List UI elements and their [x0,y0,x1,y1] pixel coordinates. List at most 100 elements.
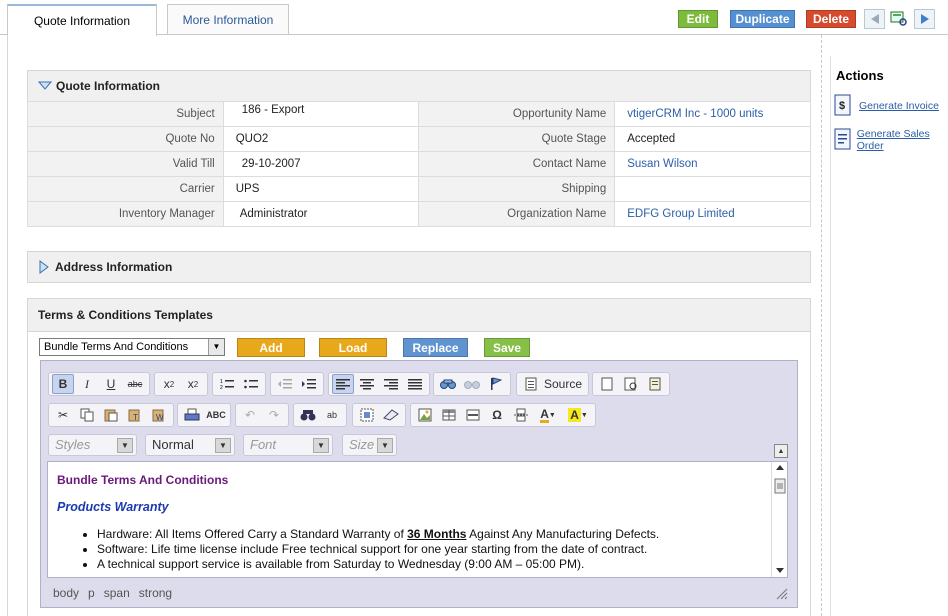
delete-button[interactable]: Delete [806,10,856,28]
find-icon[interactable] [297,405,319,425]
numbered-list-icon[interactable]: 12 [216,374,238,394]
list-item: Software: Life time license include Free… [97,542,659,557]
content-bullet-list: Hardware: All Items Offered Carry a Stan… [97,527,659,572]
italic-icon[interactable]: I [76,374,98,394]
address-information-header[interactable]: Address Information [27,251,811,283]
table-row: Inventory Manager Administrator Organiza… [27,201,811,227]
svg-text:2: 2 [220,385,223,390]
background-color-icon[interactable]: A ▼ [564,405,592,425]
actions-title: Actions [836,68,884,83]
align-justify-icon[interactable] [404,374,426,394]
paste-word-icon[interactable]: W [148,405,170,425]
source-icon[interactable] [520,374,542,394]
source-label[interactable]: Source [544,377,582,391]
bold-icon[interactable]: B [52,374,74,394]
path-body[interactable]: body [53,586,79,600]
duplicate-button[interactable]: Duplicate [730,10,795,28]
print-icon[interactable] [181,405,203,425]
redo-icon[interactable]: ↷ [263,405,285,425]
scroll-top-button[interactable]: ▲ [774,444,788,458]
indent-icon[interactable] [298,374,320,394]
opportunity-name-link[interactable]: vtigerCRM Inc - 1000 units [614,101,811,127]
select-all-icon[interactable] [356,405,378,425]
tab-more-information[interactable]: More Information [167,4,289,34]
table-row: Quote No QUO2 Quote Stage Accepted [27,126,811,152]
contact-name-label: Contact Name [418,151,616,177]
toolbar-insert-group: Ω A ▼ A ▼ [410,403,596,427]
copy-icon[interactable] [76,405,98,425]
image-icon[interactable] [414,405,436,425]
outdent-icon[interactable] [274,374,296,394]
generate-invoice-label[interactable]: Generate Invoice [859,100,939,112]
content-heading: Bundle Terms And Conditions [57,473,229,487]
carrier-label: Carrier [27,176,224,202]
organization-name-label: Organization Name [418,201,616,227]
load-template-button[interactable]: Load [319,338,387,357]
spellcheck-icon[interactable]: ABC [205,405,227,425]
path-span[interactable]: span [104,586,130,600]
sidebar-divider [830,56,831,616]
template-select[interactable]: Bundle Terms And Conditions ▼ [39,338,225,356]
new-page-icon[interactable] [596,374,618,394]
replace-template-button[interactable]: Replace [403,338,468,357]
horizontal-rule-icon[interactable] [462,405,484,425]
templates-icon[interactable] [644,374,666,394]
content-subheading: Products Warranty [57,500,169,514]
strikethrough-icon[interactable]: abc [124,374,146,394]
special-char-icon[interactable]: Ω [486,405,508,425]
link-icon[interactable] [437,374,459,394]
find-record-button[interactable] [888,9,909,29]
styles-combo[interactable]: Styles ▼ [48,434,137,456]
generate-invoice-link[interactable]: $ Generate Invoice [833,94,939,118]
page-break-icon[interactable] [510,405,532,425]
bulleted-list-icon[interactable] [240,374,262,394]
invoice-icon: $ [834,94,851,116]
subscript-icon[interactable]: x2 [158,374,180,394]
unlink-icon[interactable] [461,374,483,394]
contact-name-link[interactable]: Susan Wilson [614,151,811,177]
underline-icon[interactable]: U [100,374,122,394]
generate-sales-order-label[interactable]: Generate Sales Order [857,128,948,152]
anchor-flag-icon[interactable] [485,374,507,394]
size-combo[interactable]: Size ▼ [342,434,397,456]
toolbar-source-group: Source [516,372,590,396]
table-icon[interactable] [438,405,460,425]
toolbar-clipboard-group: ✂ T W [48,403,174,427]
valid-till-label: Valid Till [27,151,224,177]
add-template-button[interactable]: Add [237,338,305,357]
tab-quote-information[interactable]: Quote Information [7,4,157,36]
table-row: Valid Till 29-10-2007 Contact Name Susan… [27,151,811,177]
preview-icon[interactable] [620,374,642,394]
quote-stage-value: Accepted [614,126,811,152]
align-left-icon[interactable] [332,374,354,394]
next-record-button[interactable] [914,9,935,29]
save-template-button[interactable]: Save [484,338,530,357]
undo-icon[interactable]: ↶ [239,405,261,425]
organization-name-link[interactable]: EDFG Group Limited [614,201,811,227]
path-p[interactable]: p [88,586,95,600]
align-right-icon[interactable] [380,374,402,394]
scrollbar-track-icon [774,465,786,573]
superscript-icon[interactable]: x2 [182,374,204,394]
format-combo[interactable]: Normal ▼ [145,434,235,456]
editor-content-area[interactable]: Bundle Terms And Conditions Products War… [47,461,788,578]
paste-text-icon[interactable]: T [124,405,146,425]
font-combo[interactable]: Font ▼ [243,434,333,456]
toolbar-align-group [328,372,430,396]
expand-triangle-icon [39,260,49,274]
previous-record-button[interactable] [864,9,885,29]
quote-information-header[interactable]: Quote Information [27,70,811,102]
paste-icon[interactable] [100,405,122,425]
resize-grip-icon[interactable] [776,588,788,600]
edit-button[interactable]: Edit [678,10,718,28]
toolbar-undo-group: ↶ ↷ [235,403,289,427]
editor-scrollbar[interactable] [771,462,787,577]
replace-icon[interactable]: ab [321,405,343,425]
align-center-icon[interactable] [356,374,378,394]
path-strong[interactable]: strong [139,586,172,600]
cut-icon[interactable]: ✂ [52,405,74,425]
generate-sales-order-link[interactable]: Generate Sales Order [833,128,948,152]
remove-format-icon[interactable] [380,405,402,425]
styles-combo-label: Styles [55,437,91,452]
text-color-icon[interactable]: A ▼ [534,405,562,425]
